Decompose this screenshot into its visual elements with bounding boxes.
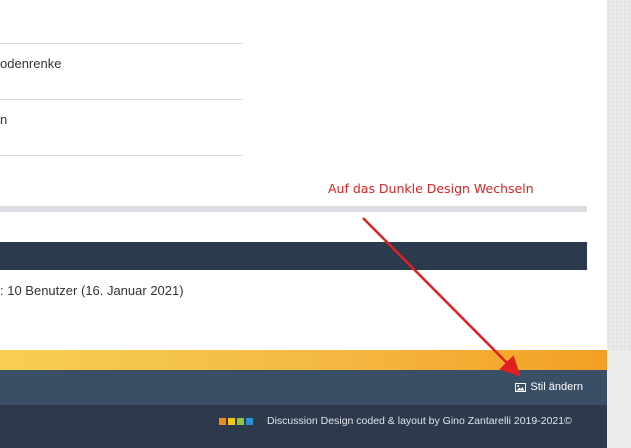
background-pattern <box>607 0 631 350</box>
swatch-green[interactable] <box>237 418 244 425</box>
annotation-label: Auf das Dunkle Design Wechseln <box>328 181 534 196</box>
color-swatches <box>219 418 253 425</box>
list-item-text: n <box>0 112 8 127</box>
section-divider <box>0 206 587 212</box>
list-divider <box>0 155 243 157</box>
main-content: odenrenke n Auf das Dunkle Design Wechse… <box>0 0 607 350</box>
swatch-blue[interactable] <box>246 418 253 425</box>
image-icon <box>515 382 527 392</box>
stats-header-bar <box>0 242 587 270</box>
list-item[interactable]: n <box>0 99 243 156</box>
style-switch-bar: Stil ändern <box>0 370 607 405</box>
style-switch-label: Stil ändern <box>530 381 583 393</box>
footer: Discussion Design coded & layout by Gino… <box>0 405 607 448</box>
list-item[interactable]: odenrenke <box>0 43 243 100</box>
footer-credit: Discussion Design coded & layout by Gino… <box>267 415 572 427</box>
list-item-text: odenrenke <box>0 56 62 71</box>
accent-gradient-bar <box>0 350 607 370</box>
online-record-text: : 10 Benutzer (16. Januar 2021) <box>0 283 184 298</box>
swatch-orange[interactable] <box>219 418 226 425</box>
style-switch-link[interactable]: Stil ändern <box>515 381 583 393</box>
swatch-yellow[interactable] <box>228 418 235 425</box>
